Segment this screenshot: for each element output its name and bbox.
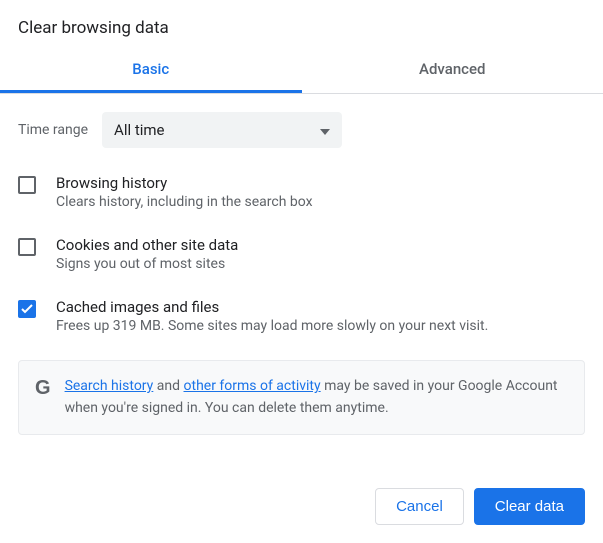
tabs: Basic Advanced <box>0 46 603 94</box>
link-search-history[interactable]: Search history <box>65 378 154 394</box>
checkbox-browsing-history[interactable] <box>18 176 36 194</box>
cancel-button[interactable]: Cancel <box>375 488 464 525</box>
time-range-row: Time range All time <box>18 112 585 148</box>
option-title: Cookies and other site data <box>56 236 238 254</box>
option-desc: Clears history, including in the search … <box>56 194 313 210</box>
chevron-down-icon <box>320 121 330 139</box>
clear-browsing-data-dialog: Clear browsing data Basic Advanced Time … <box>0 0 603 435</box>
link-other-activity[interactable]: other forms of activity <box>184 378 321 394</box>
option-title: Browsing history <box>56 174 313 192</box>
tab-advanced[interactable]: Advanced <box>302 46 603 93</box>
option-cache: Cached images and files Frees up 319 MB.… <box>18 298 585 334</box>
option-desc: Frees up 319 MB. Some sites may load mor… <box>56 318 488 334</box>
tab-basic[interactable]: Basic <box>0 46 302 93</box>
time-range-select[interactable]: All time <box>102 112 342 148</box>
option-browsing-history: Browsing history Clears history, includi… <box>18 174 585 210</box>
clear-data-button[interactable]: Clear data <box>474 488 585 525</box>
option-title: Cached images and files <box>56 298 488 316</box>
dialog-title: Clear browsing data <box>0 0 603 46</box>
dialog-actions: Cancel Clear data <box>0 470 603 543</box>
google-account-notice: G Search history and other forms of acti… <box>18 360 585 435</box>
notice-text: Search history and other forms of activi… <box>65 375 568 420</box>
time-range-value: All time <box>114 121 164 139</box>
time-range-label: Time range <box>18 122 88 138</box>
checkbox-cookies[interactable] <box>18 238 36 256</box>
option-cookies: Cookies and other site data Signs you ou… <box>18 236 585 272</box>
google-icon: G <box>35 378 51 398</box>
option-desc: Signs you out of most sites <box>56 256 238 272</box>
checkbox-cache[interactable] <box>18 300 36 318</box>
